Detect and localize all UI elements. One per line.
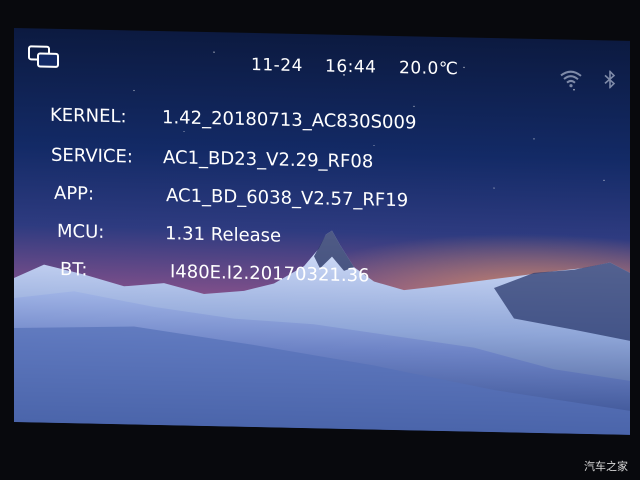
status-time: 16:44 [325, 56, 377, 78]
mcu-label: MCU: [57, 220, 105, 243]
watermark-logo: 汽车之家 [584, 460, 628, 473]
service-value: AC1_BD23_V2.29_RF08 [163, 147, 374, 173]
status-date: 11-24 [251, 54, 303, 77]
window-switch-icon[interactable] [28, 44, 60, 69]
kernel-label: KERNEL: [50, 104, 127, 128]
status-temperature: 20.0℃ [399, 58, 459, 80]
wifi-icon [560, 70, 582, 88]
mountain-wallpaper [14, 51, 630, 435]
bt-value: I480E.I2.20170321.36 [170, 261, 370, 287]
app-label: APP: [54, 182, 95, 205]
mcu-value: 1.31 Release [165, 223, 282, 247]
bluetooth-icon [604, 70, 616, 89]
service-label: SERVICE: [51, 144, 133, 168]
head-unit-screen: 11-24 16:44 20.0℃ KERNEL: 1.42_20180713_… [14, 28, 630, 435]
bt-label: BT: [60, 258, 88, 281]
